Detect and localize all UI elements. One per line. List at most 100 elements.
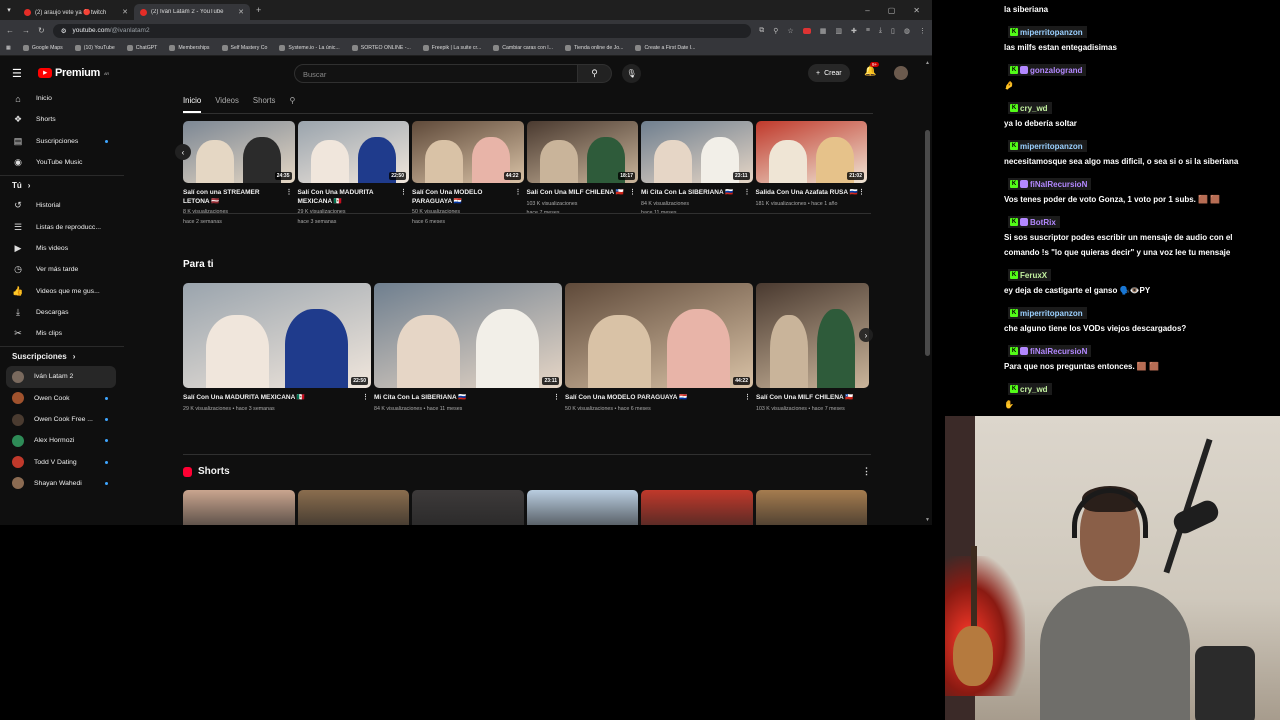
video-title[interactable]: Salida Con Una Azafata RUSA 🇷🇺 <box>756 189 858 198</box>
subscription-item[interactable]: Shayan Wahedi <box>0 473 124 494</box>
close-tab-icon[interactable]: ✕ <box>238 8 244 16</box>
extension-icon[interactable]: ▦ <box>820 27 827 35</box>
more-options-icon[interactable]: ⋮ <box>553 394 560 403</box>
video-title[interactable]: Salí con una STREAMER LETONA 🇱🇻 <box>183 189 286 206</box>
bookmark-item[interactable]: Create a First Date I... <box>635 45 696 51</box>
video-card[interactable]: 18:17 Salí Con Una MILF CHILENA 🇨🇱 ⋮ 103 K … <box>526 121 638 227</box>
sidebar-item-history[interactable]: ↺ Historial <box>0 195 124 216</box>
video-title[interactable]: Salí Con Una MILF CHILENA 🇨🇱 <box>756 394 853 403</box>
more-options-icon[interactable]: ⋮ <box>862 466 871 477</box>
video-card[interactable]: 24:35 Salí con una STREAMER LETONA 🇱🇻 ⋮ 8 K… <box>183 121 295 227</box>
subscription-item[interactable]: Todd V Dating <box>0 451 124 472</box>
video-title[interactable]: Salí Con Una MODELO PARAGUAYA 🇵🇾 <box>412 189 515 206</box>
chat-username[interactable]: K BotRix <box>1008 216 1060 228</box>
bookmark-item[interactable]: Tienda online de Jo... <box>565 45 623 51</box>
zoom-icon[interactable]: ⚲ <box>773 27 778 35</box>
video-thumbnail[interactable]: 24:35 <box>183 121 295 183</box>
page-scrollbar[interactable]: ▲ ▼ <box>924 58 932 525</box>
hamburger-menu-icon[interactable]: ☰ <box>12 67 38 80</box>
sidebar-item-watch-later[interactable]: ◷ Ver más tarde <box>0 259 124 280</box>
chat-username[interactable]: Kmiperritopanzon <box>1008 307 1087 319</box>
subscription-item[interactable]: Owen Cook <box>0 388 124 409</box>
video-card[interactable]: 44:22 Salí Con Una MODELO PARAGUAYA 🇵🇾 ⋮ 50… <box>565 283 753 414</box>
sidebar-item-clips[interactable]: ✂ Mis clips <box>0 323 124 344</box>
sidebar-item-my-videos[interactable]: ▶ Mis videos <box>0 238 124 259</box>
chat-username[interactable]: Kcry_wd <box>1008 102 1052 114</box>
reading-list-icon[interactable]: ≡ <box>866 27 870 34</box>
tab-shorts[interactable]: Shorts <box>253 96 276 105</box>
video-title[interactable]: Salí Con Una MADURITA MEXICANA 🇲🇽 <box>183 394 305 403</box>
menu-icon[interactable]: ⋮ <box>919 27 926 35</box>
sidebar-item-playlists[interactable]: ☰ Listas de reproducc... <box>0 216 124 237</box>
carousel-prev-button[interactable]: ‹ <box>175 144 191 160</box>
video-thumbnail[interactable] <box>756 283 869 388</box>
reload-icon[interactable]: ↻ <box>38 26 45 35</box>
video-title[interactable]: Salí Con Una MILF CHILENA 🇨🇱 <box>527 189 624 198</box>
extension-icon[interactable] <box>802 27 811 34</box>
bookmark-item[interactable]: ChatGPT <box>126 45 157 51</box>
maximize-icon[interactable]: ▢ <box>888 6 896 15</box>
video-title[interactable]: Mi Cita Con La SIBERIANA 🇷🇺 <box>641 189 733 198</box>
downloads-icon[interactable]: ⤓ <box>879 27 882 35</box>
sidebar-item-downloads[interactable]: ⤓ Descargas <box>0 302 124 323</box>
scroll-down-icon[interactable]: ▼ <box>925 517 930 523</box>
close-tab-icon[interactable]: ✕ <box>122 8 128 16</box>
more-options-icon[interactable]: ⋮ <box>362 394 369 403</box>
more-options-icon[interactable]: ⋮ <box>858 189 865 198</box>
chat-username[interactable]: Kmiperritopanzon <box>1008 26 1087 38</box>
video-thumbnail[interactable]: 23:11 <box>641 121 753 183</box>
back-icon[interactable]: ← <box>6 26 14 35</box>
chat-username[interactable]: Kcry_wd <box>1008 383 1052 395</box>
chat-username[interactable]: Kgonzalogrand <box>1008 64 1087 76</box>
apps-icon[interactable]: ▦ <box>6 45 11 51</box>
video-thumbnail[interactable]: 22:50 <box>183 283 371 388</box>
new-tab-button[interactable]: + <box>256 5 261 15</box>
video-thumbnail[interactable]: 44:22 <box>565 283 753 388</box>
video-card[interactable]: 23:11 Mi Cita Con La SIBERIANA 🇷🇺 ⋮ 84 K vi… <box>641 121 753 227</box>
chat-username[interactable]: K FeruxX <box>1008 269 1052 281</box>
more-options-icon[interactable]: ⋮ <box>286 189 293 206</box>
bookmark-item[interactable]: SORTEO ONLINE -... <box>351 45 411 51</box>
account-avatar[interactable] <box>894 66 908 80</box>
video-card[interactable]: 44:22 Salí Con Una MODELO PARAGUAYA 🇵🇾 ⋮ 50… <box>412 121 524 227</box>
install-icon[interactable]: ⧉ <box>759 27 764 35</box>
subscription-item[interactable]: Alex Hormozi <box>0 430 124 451</box>
video-thumbnail[interactable]: 18:17 <box>526 121 638 183</box>
video-thumbnail[interactable]: 21:02 <box>755 121 867 183</box>
url-field[interactable]: ⚙ youtube.com/@ivanlatam2 <box>52 23 752 38</box>
sidebar-item-liked[interactable]: 👍 Videos que me gus... <box>0 280 124 301</box>
video-card[interactable]: 22:50 Salí Con Una MADURITA MEXICANA 🇲🇽 ⋮ 2… <box>297 121 409 227</box>
sidebar-item-suscripciones[interactable]: ▤ Suscripciones <box>0 131 124 152</box>
close-window-icon[interactable]: ✕ <box>913 6 920 15</box>
video-title[interactable]: Salí Con Una MODELO PARAGUAYA 🇵🇾 <box>565 394 687 403</box>
bookmark-item[interactable]: Google Maps <box>22 45 63 51</box>
carousel-next-button[interactable]: › <box>859 328 873 342</box>
sidebar-item-inicio[interactable]: ⌂ Inicio <box>0 88 124 109</box>
bookmark-star-icon[interactable]: ☆ <box>787 27 793 35</box>
video-thumbnail[interactable]: 23:11 <box>374 283 562 388</box>
scrollbar-thumb[interactable] <box>925 130 930 356</box>
subscription-item[interactable]: Iván Latam 2 <box>6 366 116 388</box>
extensions-puzzle-icon[interactable]: ✚ <box>851 27 857 35</box>
sidebar-item-youtube-music[interactable]: ◉ YouTube Music <box>0 152 124 173</box>
sidebar-subscriptions-header[interactable]: Suscripciones › <box>0 346 124 366</box>
tab-inicio[interactable]: Inicio <box>183 96 202 113</box>
video-card[interactable]: Salí Con Una MILF CHILENA 🇨🇱 103 K visual… <box>756 283 869 414</box>
video-thumbnail[interactable]: 22:50 <box>297 121 409 183</box>
more-options-icon[interactable]: ⋮ <box>744 394 751 403</box>
more-options-icon[interactable]: ⋮ <box>629 189 636 198</box>
short-thumbnail[interactable] <box>755 490 867 525</box>
bookmark-item[interactable]: Systeme.io - La únic... <box>279 45 340 51</box>
video-thumbnail[interactable]: 44:22 <box>412 121 524 183</box>
video-title[interactable]: Salí Con Una MADURITA MEXICANA 🇲🇽 <box>298 189 401 206</box>
tab-search-icon[interactable]: ▾ <box>0 0 18 20</box>
search-input[interactable]: Buscar <box>294 64 578 83</box>
scroll-up-icon[interactable]: ▲ <box>925 60 930 66</box>
browser-tab-youtube[interactable]: (2) Iván Latam 2 - YouTube ✕ <box>134 4 250 20</box>
bookmark-item[interactable]: (10) YouTube <box>74 45 115 51</box>
bookmark-item[interactable]: Memberships <box>169 45 210 51</box>
sidebar-item-shorts[interactable]: ❖ Shorts <box>0 109 124 130</box>
chat-username[interactable]: Kmiperritopanzon <box>1008 140 1087 152</box>
sidebar-you-header[interactable]: Tú › <box>0 175 124 195</box>
extension-icon[interactable]: ▥ <box>835 27 842 35</box>
